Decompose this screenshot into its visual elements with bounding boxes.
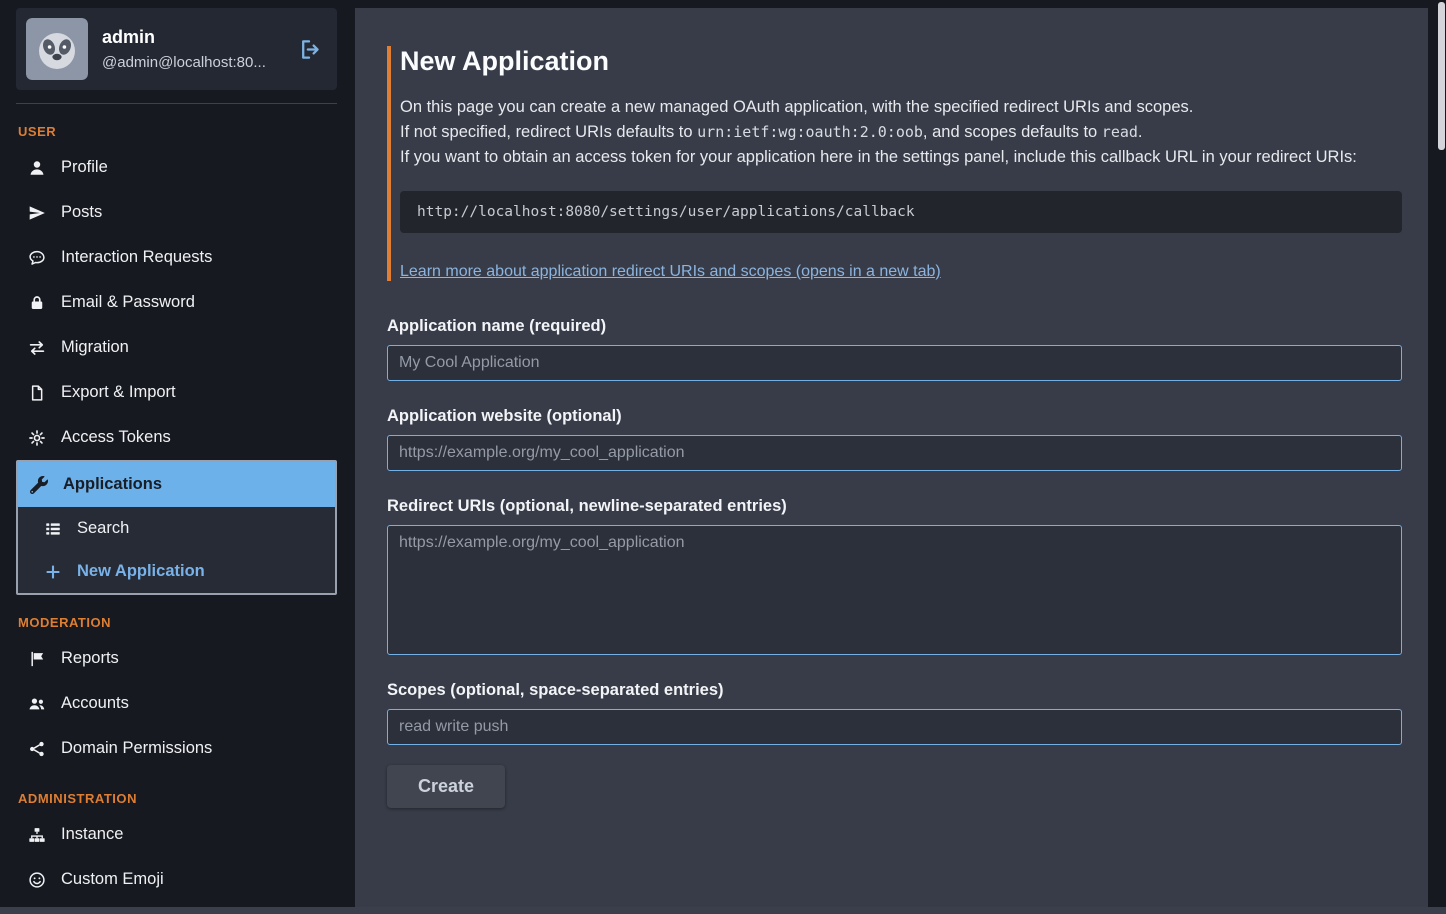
user-name: admin <box>102 27 284 48</box>
sidebar-item-label: Reports <box>61 648 119 669</box>
share-nodes-icon <box>28 740 46 758</box>
intro-line2-text-mid: , and scopes defaults to <box>923 123 1102 141</box>
sidebar-item-custom-emoji[interactable]: Custom Emoji <box>16 857 337 902</box>
sidebar-item-label: New Application <box>77 561 205 582</box>
sidebar-item-migration[interactable]: Migration <box>16 325 337 370</box>
sidebar-item-instance[interactable]: Instance <box>16 812 337 857</box>
user-card: admin @admin@localhost:80... <box>16 8 337 90</box>
scopes-input[interactable] <box>387 709 1402 745</box>
sidebar-item-interaction-requests[interactable]: Interaction Requests <box>16 235 337 280</box>
sidebar-item-reports[interactable]: Reports <box>16 636 337 681</box>
wrench-icon <box>30 476 48 494</box>
application-website-label: Application website (optional) <box>387 407 1402 426</box>
sidebar-item-email-password[interactable]: Email & Password <box>16 280 337 325</box>
sidebar-item-access-tokens[interactable]: Access Tokens <box>16 415 337 460</box>
paper-plane-icon <box>28 204 46 222</box>
sidebar-item-label: Email & Password <box>61 292 195 313</box>
inline-code-oob: urn:ietf:wg:oauth:2.0:oob <box>697 123 923 141</box>
application-name-group: Application name (required) <box>387 317 1402 381</box>
create-button[interactable]: Create <box>387 765 505 808</box>
intro-line2-text-end: . <box>1138 123 1143 141</box>
user-icon <box>28 159 46 177</box>
intro-line2-text: If not specified, redirect URIs defaults… <box>400 123 697 141</box>
sidebar-item-label: Interaction Requests <box>61 247 212 268</box>
sidebar-item-label: Export & Import <box>61 382 176 403</box>
sidebar-item-applications[interactable]: Applications <box>18 462 335 507</box>
horizontal-scrollbar[interactable] <box>0 907 1446 914</box>
application-website-group: Application website (optional) <box>387 407 1402 471</box>
sidebar-item-posts[interactable]: Posts <box>16 190 337 235</box>
sidebar-item-label: Accounts <box>61 693 129 714</box>
page-title: New Application <box>400 46 1402 77</box>
sidebar-divider <box>16 103 337 104</box>
exchange-arrows-icon <box>28 339 46 357</box>
sidebar-item-accounts[interactable]: Accounts <box>16 681 337 726</box>
intro-line-1: On this page you can create a new manage… <box>400 95 1402 120</box>
sidebar-item-label: Access Tokens <box>61 427 171 448</box>
sidebar-item-label: Search <box>77 518 129 539</box>
main-panel: New Application On this page you can cre… <box>355 8 1428 907</box>
application-name-label: Application name (required) <box>387 317 1402 336</box>
sidebar: admin @admin@localhost:80... USER Profil… <box>0 0 355 914</box>
sidebar-section-moderation: MODERATION <box>18 615 337 630</box>
applications-group: Applications Search New Application <box>16 460 337 595</box>
sidebar-section-user: USER <box>18 124 337 139</box>
file-export-icon <box>28 384 46 402</box>
sign-out-icon[interactable] <box>298 37 323 62</box>
sidebar-item-label: Custom Emoji <box>61 869 164 890</box>
user-handle: @admin@localhost:80... <box>102 54 284 71</box>
sidebar-item-export-import[interactable]: Export & Import <box>16 370 337 415</box>
redirect-uris-label: Redirect URIs (optional, newline-separat… <box>387 497 1402 516</box>
sidebar-item-label: Applications <box>63 474 162 495</box>
plus-icon <box>44 563 62 581</box>
callback-url-code-block: http://localhost:8080/settings/user/appl… <box>400 191 1402 233</box>
gear-icon <box>28 429 46 447</box>
new-application-form: Application name (required) Application … <box>387 317 1402 808</box>
list-icon <box>44 520 62 538</box>
scopes-group: Scopes (optional, space-separated entrie… <box>387 681 1402 745</box>
user-meta: admin @admin@localhost:80... <box>102 27 284 71</box>
sidebar-item-profile[interactable]: Profile <box>16 145 337 190</box>
sidebar-item-new-application[interactable]: New Application <box>18 550 335 593</box>
sidebar-item-label: Domain Permissions <box>61 738 212 759</box>
learn-more-link[interactable]: Learn more about application redirect UR… <box>400 263 941 281</box>
sitemap-icon <box>28 826 46 844</box>
application-website-input[interactable] <box>387 435 1402 471</box>
intro-line-2: If not specified, redirect URIs defaults… <box>400 120 1402 145</box>
sidebar-item-domain-permissions[interactable]: Domain Permissions <box>16 726 337 771</box>
sidebar-item-applications-search[interactable]: Search <box>18 507 335 550</box>
app-root: admin @admin@localhost:80... USER Profil… <box>0 0 1446 914</box>
sidebar-item-label: Instance <box>61 824 123 845</box>
intro-line-3: If you want to obtain an access token fo… <box>400 145 1402 170</box>
sidebar-item-label: Posts <box>61 202 102 223</box>
avatar <box>26 18 88 80</box>
application-name-input[interactable] <box>387 345 1402 381</box>
comments-icon <box>28 249 46 267</box>
users-icon <box>28 695 46 713</box>
lock-icon <box>28 294 46 312</box>
sidebar-section-administration: ADMINISTRATION <box>18 791 337 806</box>
redirect-uris-group: Redirect URIs (optional, newline-separat… <box>387 497 1402 655</box>
smile-icon <box>28 871 46 889</box>
intro-section: New Application On this page you can cre… <box>387 46 1402 281</box>
sidebar-item-label: Profile <box>61 157 108 178</box>
scopes-label: Scopes (optional, space-separated entrie… <box>387 681 1402 700</box>
applications-subnav: Search New Application <box>18 507 335 593</box>
flag-icon <box>28 650 46 668</box>
inline-code-read: read <box>1102 123 1138 141</box>
vertical-scrollbar-thumb[interactable] <box>1438 2 1445 150</box>
sidebar-item-label: Migration <box>61 337 129 358</box>
redirect-uris-textarea[interactable] <box>387 525 1402 655</box>
